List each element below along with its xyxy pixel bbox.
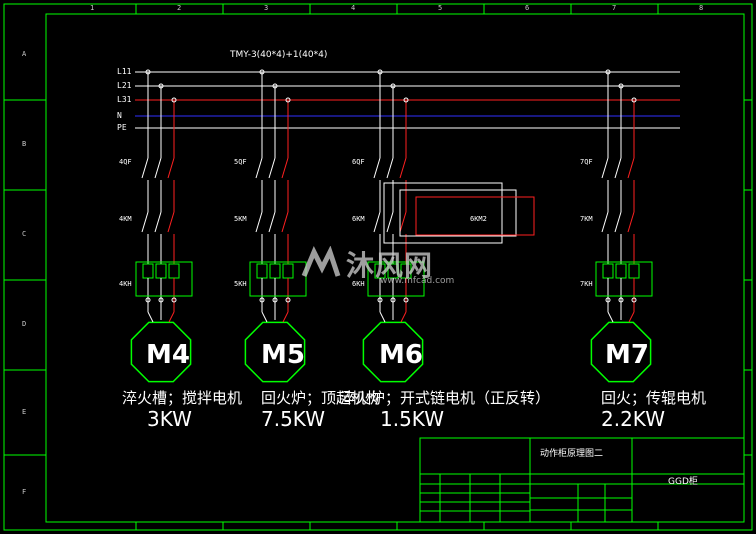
- motor-m6-power: 1.5KW: [380, 407, 444, 431]
- watermark-logo-icon: [301, 246, 341, 277]
- contactor-contact: [614, 211, 622, 233]
- contactor-5km: 5KM: [234, 215, 247, 223]
- bus-label-l31: L31: [117, 95, 132, 104]
- bus-label-l21: L21: [117, 81, 132, 90]
- contactor-contact: [281, 211, 289, 233]
- drawing-title: 动作柜原理图二: [540, 449, 604, 459]
- breaker-6qf: 6QF: [352, 158, 365, 166]
- motor-m5: M5: [261, 340, 305, 370]
- zone-row-d: D: [22, 320, 27, 328]
- motor-m6: M6: [379, 340, 423, 370]
- zone-col-4: 4: [351, 4, 356, 12]
- contactor-contact: [386, 211, 394, 233]
- breaker-contact: [373, 157, 381, 179]
- motor-m4: M4: [146, 340, 190, 370]
- breaker-4qf: 4QF: [119, 158, 132, 166]
- contactor-contact: [399, 211, 407, 233]
- zone-row-b: B: [22, 140, 27, 148]
- contactor-contact: [255, 211, 263, 233]
- contactor-6km: 6KM: [352, 215, 365, 223]
- breaker-contact: [627, 157, 635, 179]
- motor-lead: [628, 311, 635, 323]
- motor-m7-desc: 回火；传辊电机: [601, 389, 707, 407]
- motor-branches: [130, 69, 653, 383]
- breaker-contact: [399, 157, 407, 179]
- breaker-contact: [255, 157, 263, 179]
- contactor-4km: 4KM: [119, 215, 132, 223]
- motor-lead: [147, 311, 154, 323]
- contactor-contact: [601, 211, 609, 233]
- motor-lead: [607, 311, 614, 323]
- zone-col-7: 7: [612, 4, 617, 12]
- breaker-contact: [386, 157, 394, 179]
- motor-m4-power: 3KW: [147, 407, 192, 431]
- zone-row-c: C: [22, 230, 27, 238]
- thermal-element: [168, 263, 180, 279]
- contactor-contact: [373, 211, 381, 233]
- zone-row-f: F: [22, 488, 27, 496]
- contactor-contact: [154, 211, 162, 233]
- breaker-contact: [601, 157, 609, 179]
- zone-col-2: 2: [177, 4, 182, 12]
- relay-enclosure: [135, 261, 193, 297]
- relay-5kh: 5KH: [234, 280, 247, 288]
- breaker-5qf: 5QF: [234, 158, 247, 166]
- thermal-element: [142, 263, 154, 279]
- cabinet-type: GGD柜: [668, 477, 698, 487]
- relay-enclosure: [595, 261, 653, 297]
- thermal-element: [628, 263, 640, 279]
- thermal-element: [282, 263, 294, 279]
- zone-col-5: 5: [438, 4, 443, 12]
- zone-col-8: 8: [699, 4, 704, 12]
- thermal-element: [256, 263, 268, 279]
- motor-lead: [261, 311, 268, 323]
- relay-enclosure: [249, 261, 307, 297]
- motor-m4-desc: 淬火槽；搅拌电机: [122, 389, 243, 407]
- zone-col-3: 3: [264, 4, 269, 12]
- motor-lead: [379, 311, 386, 323]
- bus-label-l11: L11: [117, 67, 132, 76]
- contactor-7km: 7KM: [580, 215, 593, 223]
- contactor-contact: [167, 211, 175, 233]
- cable-spec: TMY-3(40*4)+1(40*4): [230, 50, 328, 60]
- zone-col-6: 6: [525, 4, 530, 12]
- breaker-contact: [141, 157, 149, 179]
- motor-lead: [282, 311, 289, 323]
- motor-m7: M7: [605, 340, 649, 370]
- contactor-contact: [141, 211, 149, 233]
- zone-row-a: A: [22, 50, 27, 58]
- zone-col-1: 1: [90, 4, 95, 12]
- relay-4kh: 4KH: [119, 280, 132, 288]
- thermal-element: [155, 263, 167, 279]
- contactor-6km2: 6KM2: [470, 215, 487, 223]
- motor-lead: [168, 311, 175, 323]
- breaker-contact: [268, 157, 276, 179]
- motor-lead: [400, 311, 407, 323]
- relay-7kh: 7KH: [580, 280, 593, 288]
- breaker-contact: [167, 157, 175, 179]
- motor-m5-power: 7.5KW: [261, 407, 325, 431]
- bus-label-pe: PE: [117, 123, 127, 132]
- thermal-element: [602, 263, 614, 279]
- breaker-contact: [614, 157, 622, 179]
- zone-row-e: E: [22, 408, 27, 416]
- breaker-contact: [154, 157, 162, 179]
- thermal-element: [269, 263, 281, 279]
- watermark-url: www.mfcad.com: [380, 276, 455, 286]
- contactor-contact: [627, 211, 635, 233]
- bus-label-n: N: [117, 111, 122, 120]
- contactor-contact: [268, 211, 276, 233]
- thermal-element: [615, 263, 627, 279]
- motor-m7-power: 2.2KW: [601, 407, 665, 431]
- breaker-7qf: 7QF: [580, 158, 593, 166]
- breaker-contact: [281, 157, 289, 179]
- motor-m6-desc: 淬火炉；开式链电机（正反转）: [340, 389, 551, 407]
